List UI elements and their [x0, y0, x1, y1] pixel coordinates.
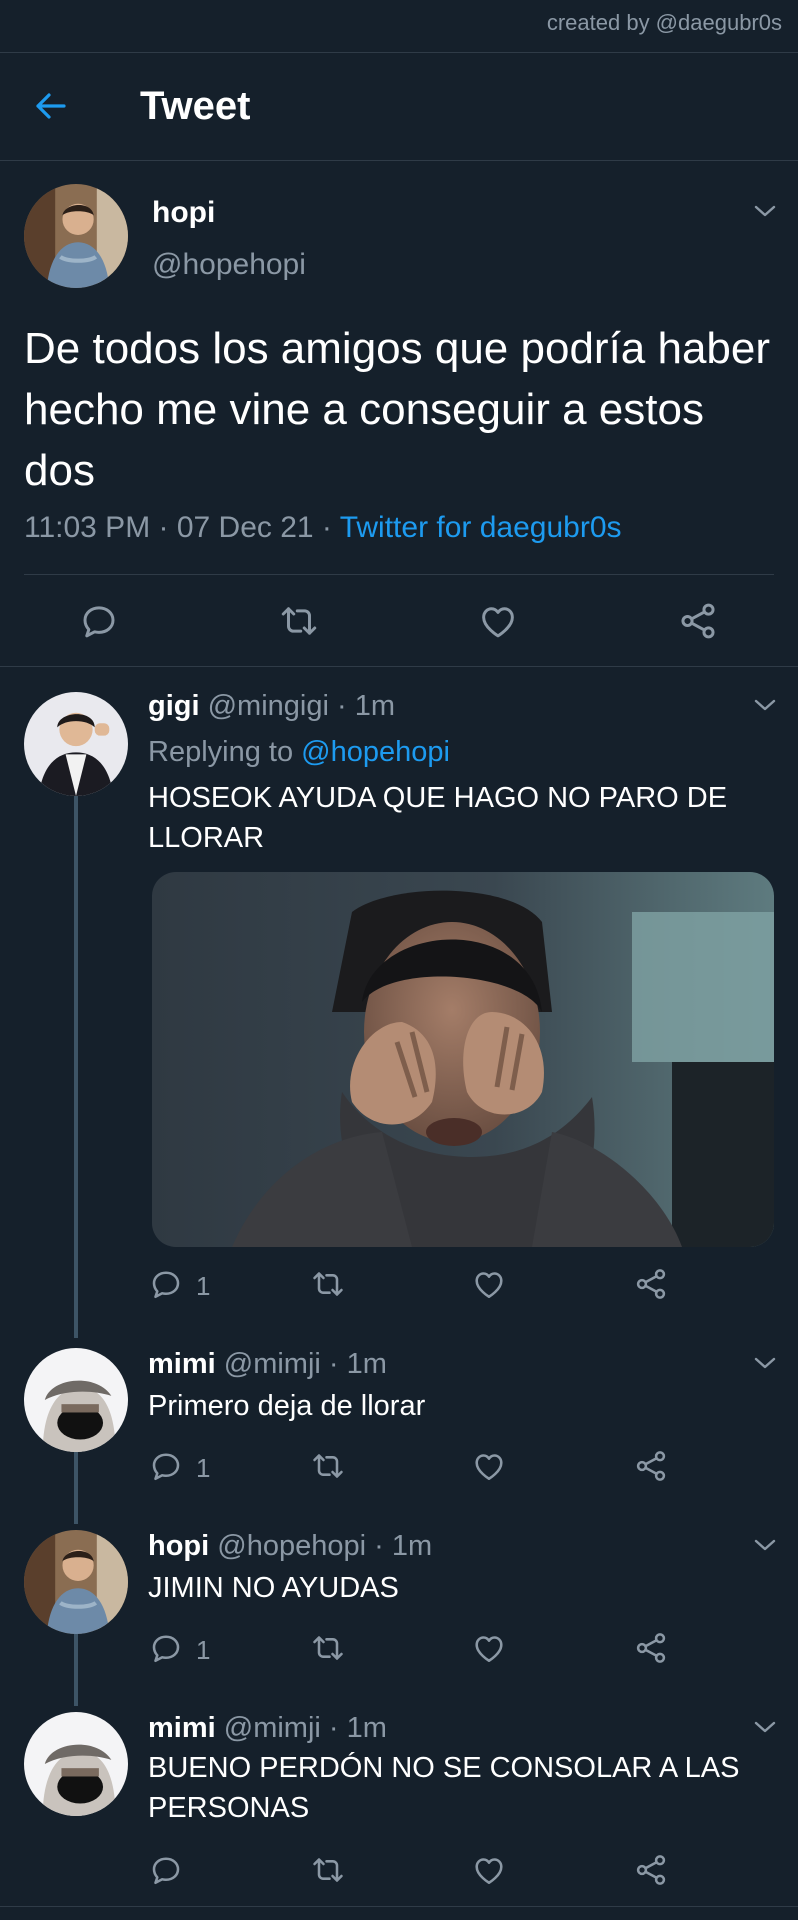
reply-count: 1 [196, 1453, 211, 1483]
reply-author-name[interactable]: mimi [148, 1348, 216, 1380]
avatar[interactable] [24, 1530, 128, 1634]
back-arrow-icon[interactable] [30, 86, 70, 126]
reply-header: hopi @hopehopi · 1m [148, 1528, 778, 1564]
divider [0, 52, 798, 53]
reply-icon[interactable] [148, 1266, 184, 1302]
retweet-icon[interactable] [310, 1266, 346, 1302]
reply-text: JIMIN NO AYUDAS [148, 1572, 399, 1604]
tweet-meta: 11:03 PM · 07 Dec 21 · Twitter for daegu… [24, 511, 622, 545]
retweet-icon[interactable] [310, 1852, 346, 1888]
share-icon[interactable] [677, 600, 719, 642]
avatar[interactable] [24, 1348, 128, 1452]
replying-to: Replying to @hopehopi [148, 734, 778, 770]
share-icon[interactable] [633, 1852, 669, 1888]
like-icon[interactable] [471, 1630, 507, 1666]
chevron-down-icon[interactable] [752, 696, 778, 714]
reply-header: mimi @mimji · 1m [148, 1710, 778, 1746]
reply-handle[interactable]: @mimji · 1m [224, 1348, 387, 1380]
share-icon[interactable] [633, 1630, 669, 1666]
reply-icon[interactable] [78, 600, 120, 642]
like-icon[interactable] [471, 1852, 507, 1888]
divider [0, 666, 798, 667]
chevron-down-icon[interactable] [752, 1718, 778, 1736]
reply-header: mimi @mimji · 1m [148, 1346, 778, 1382]
reply-count: 1 [196, 1271, 211, 1301]
reply-author-name[interactable]: gigi [148, 690, 200, 722]
chevron-down-icon[interactable] [752, 202, 778, 220]
reply-author-name[interactable]: mimi [148, 1712, 216, 1744]
reply-handle[interactable]: @mimji · 1m [224, 1712, 387, 1744]
reply-text: BUENO PERDÓN NO SE CONSOLAR A LAS PERSON… [148, 1752, 740, 1824]
thread-line [74, 1634, 78, 1706]
like-icon[interactable] [477, 600, 519, 642]
retweet-icon[interactable] [310, 1448, 346, 1484]
reply-count: 1 [196, 1635, 211, 1665]
share-icon[interactable] [633, 1266, 669, 1302]
reply-icon[interactable] [148, 1630, 184, 1666]
thread-line [74, 796, 78, 1338]
tweet-time: 11:03 PM · 07 Dec 21 · [24, 511, 340, 544]
chevron-down-icon[interactable] [752, 1354, 778, 1372]
author-handle[interactable]: @hopehopi [152, 248, 306, 282]
reply-handle[interactable]: @mingigi · 1m [208, 690, 395, 722]
reply-handle[interactable]: @hopehopi · 1m [217, 1530, 432, 1562]
divider [0, 1906, 798, 1907]
page-title: Tweet [140, 84, 251, 128]
like-icon[interactable] [471, 1266, 507, 1302]
author-name[interactable]: hopi [152, 196, 215, 230]
retweet-icon[interactable] [278, 600, 320, 642]
reply-header: gigi @mingigi · 1m [148, 688, 778, 724]
retweet-icon[interactable] [310, 1630, 346, 1666]
divider [24, 574, 774, 575]
avatar[interactable] [24, 184, 128, 288]
divider [0, 160, 798, 161]
reply-icon[interactable] [148, 1448, 184, 1484]
chevron-down-icon[interactable] [752, 1536, 778, 1554]
thread-line [74, 1452, 78, 1524]
watermark-credit: created by @daegubr0s [546, 10, 782, 35]
tweet-text: De todos los amigos que podría haber hec… [24, 324, 771, 495]
avatar[interactable] [24, 692, 128, 796]
avatar[interactable] [24, 1712, 128, 1816]
reply-text: Primero deja de llorar [148, 1390, 426, 1422]
reply-author-name[interactable]: hopi [148, 1530, 209, 1562]
like-icon[interactable] [471, 1448, 507, 1484]
tweet-source[interactable]: Twitter for daegubr0s [340, 511, 622, 544]
reply-media-image[interactable] [152, 872, 774, 1247]
replying-to-handle[interactable]: @hopehopi [301, 736, 450, 768]
share-icon[interactable] [633, 1448, 669, 1484]
crying-man-photo [152, 872, 774, 1247]
reply-icon[interactable] [148, 1852, 184, 1888]
reply-text: HOSEOK AYUDA QUE HAGO NO PARO DE LLORAR [148, 782, 728, 854]
replying-prefix: Replying to [148, 736, 302, 768]
